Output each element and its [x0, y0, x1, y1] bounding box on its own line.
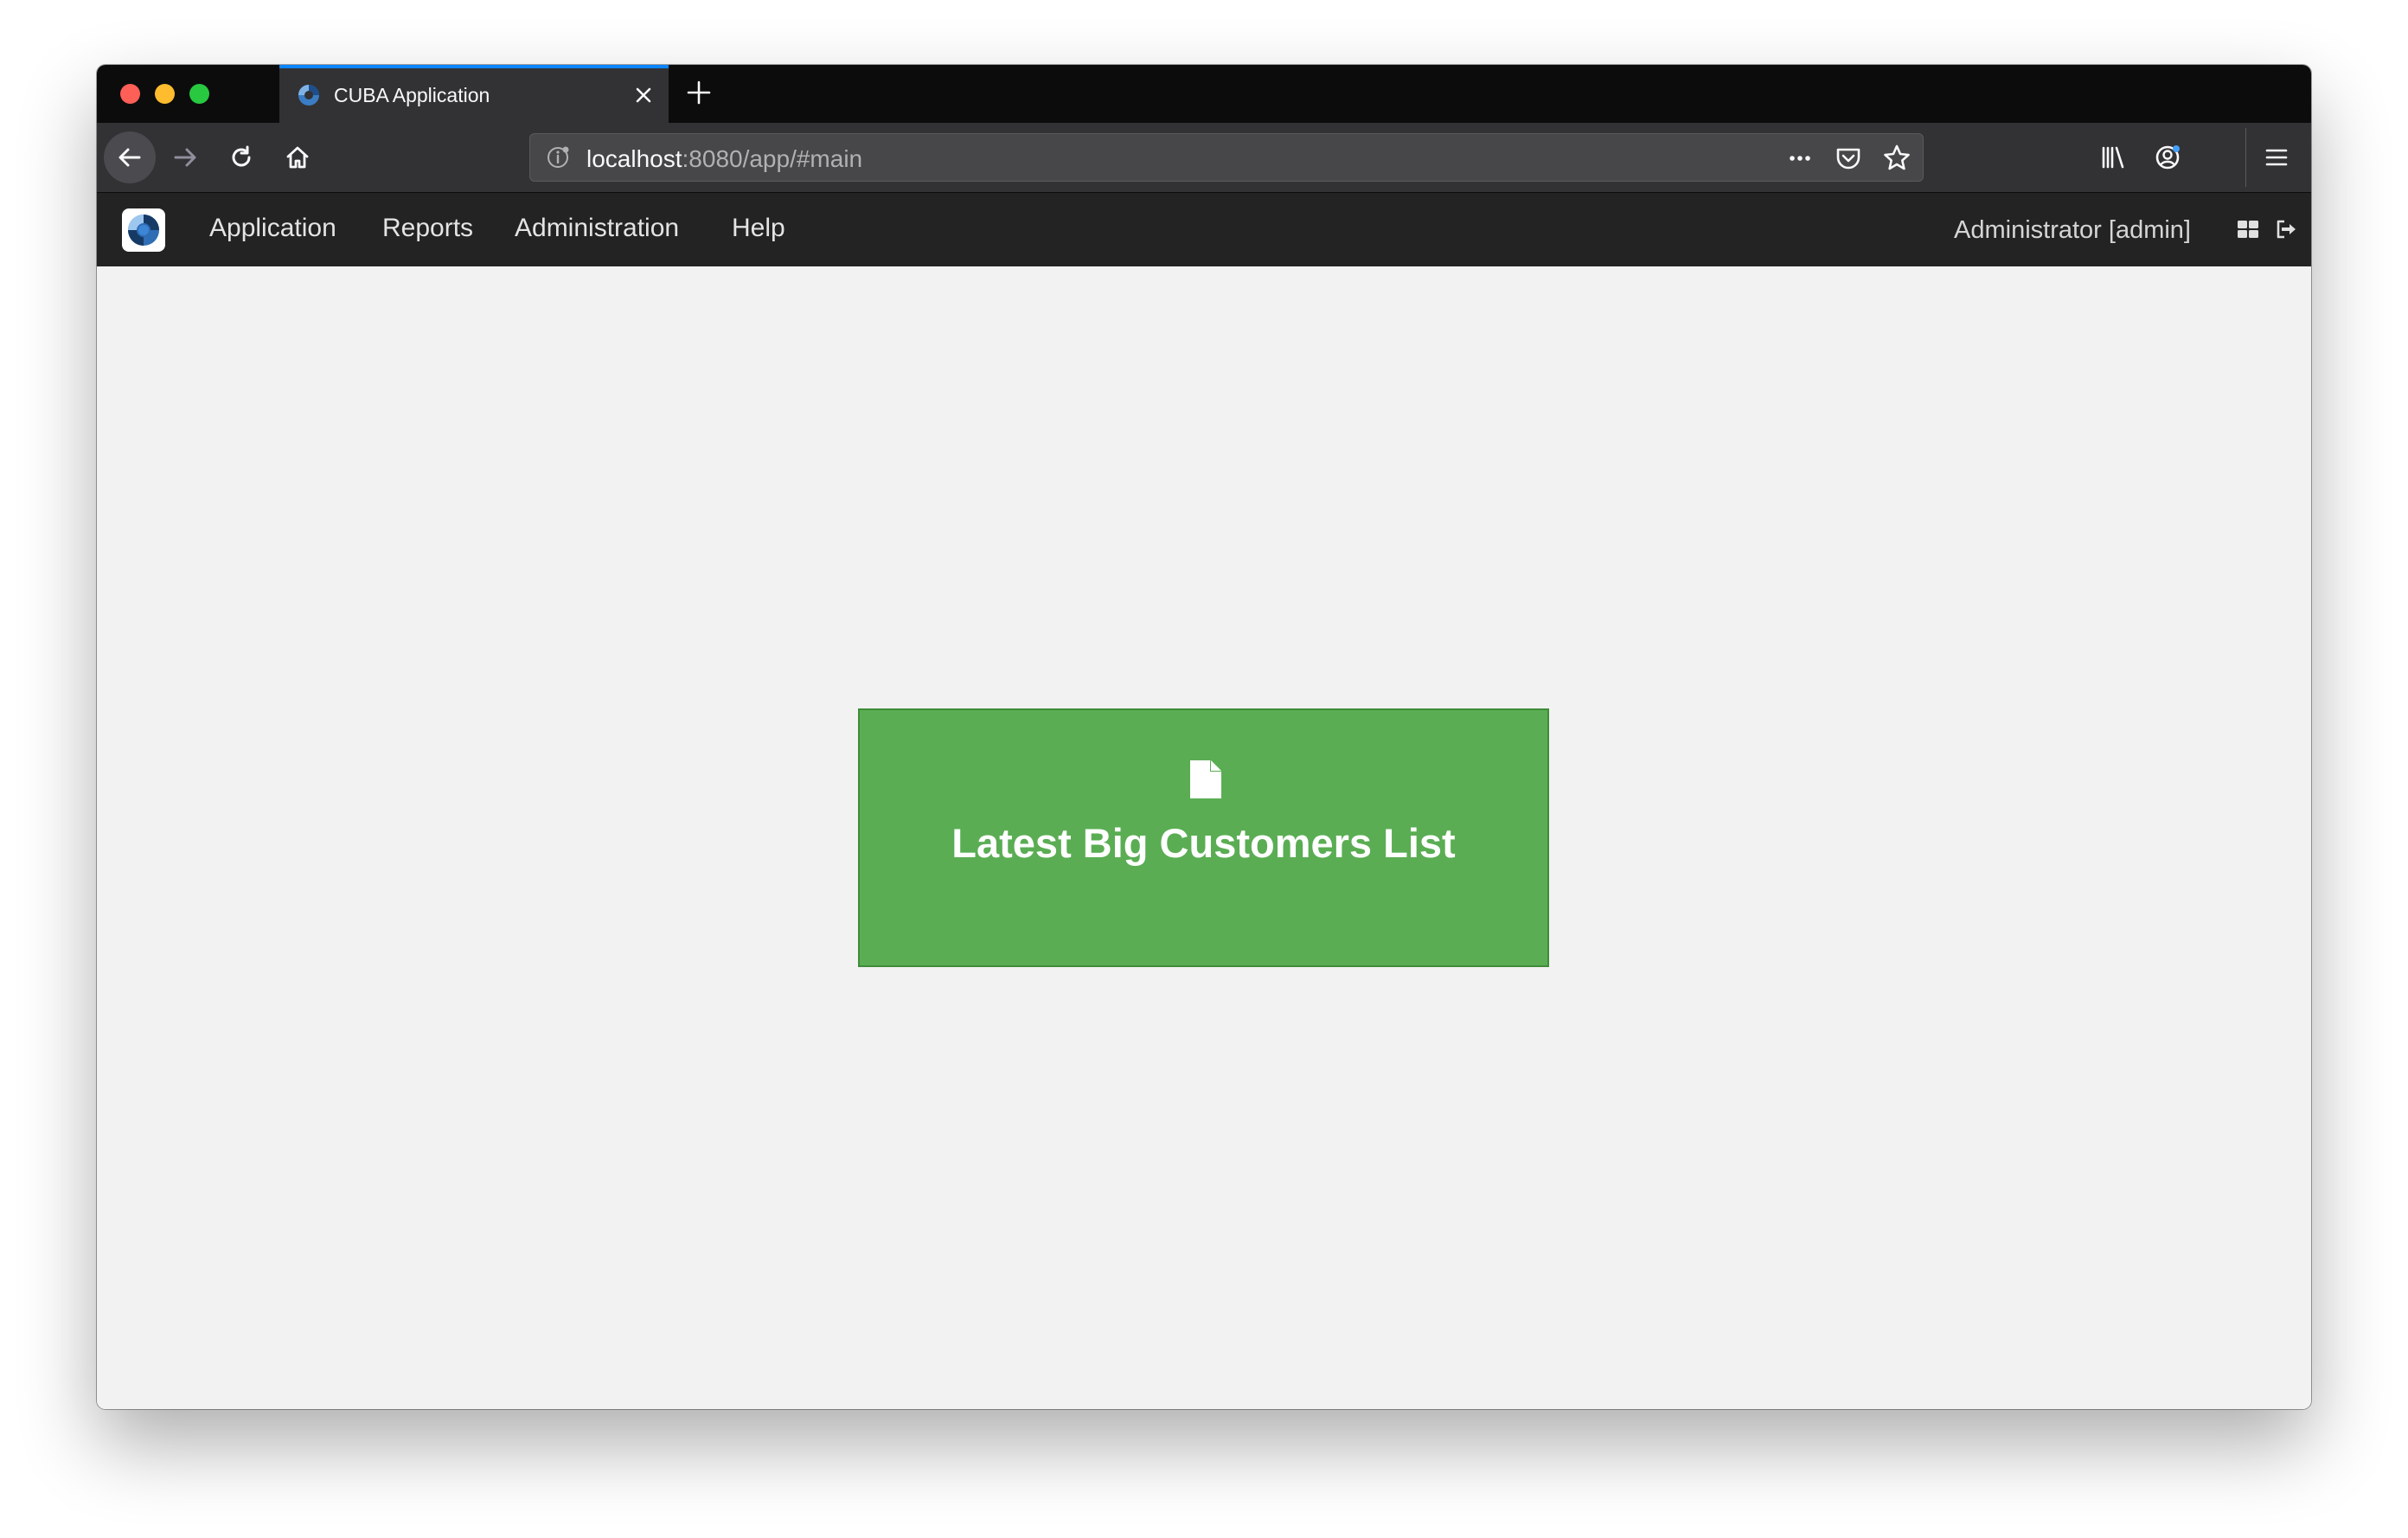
pocket-icon — [1836, 148, 1860, 170]
run-report-button[interactable]: Latest Big Customers List — [858, 708, 1549, 967]
cuba-logo-icon — [128, 215, 159, 246]
url-text[interactable]: localhost:8080/app/#main — [586, 145, 862, 173]
open-menu-button[interactable] — [2251, 131, 2302, 183]
arrow-left-icon — [118, 148, 141, 167]
more-dots-icon — [1790, 156, 1810, 161]
browser-tab[interactable]: CUBA Application — [279, 65, 669, 123]
window-close-button[interactable] — [120, 84, 140, 104]
window-maximize-button[interactable] — [189, 84, 209, 104]
current-user-label: Administrator [admin] — [1954, 216, 2191, 244]
page-actions-button[interactable] — [1783, 141, 1817, 176]
logout-button[interactable] — [2274, 217, 2298, 241]
back-button[interactable] — [104, 131, 156, 183]
window-minimize-button[interactable] — [155, 84, 175, 104]
info-icon[interactable] — [546, 145, 570, 170]
library-button[interactable] — [2087, 131, 2139, 183]
url-host: localhost — [586, 145, 682, 172]
pocket-button[interactable] — [1831, 141, 1866, 176]
forward-button[interactable] — [159, 131, 211, 183]
main-content: Latest Big Customers List — [97, 266, 2311, 1409]
menu-administration[interactable]: Administration — [515, 214, 679, 243]
toolbar-separator — [2245, 128, 2246, 187]
reload-icon — [232, 145, 251, 167]
grid-icon — [2238, 221, 2258, 238]
browser-window: CUBA Application localhost:8080/app/#mai… — [97, 65, 2311, 1409]
cuba-logo-icon — [298, 85, 319, 106]
logout-icon — [2277, 220, 2296, 239]
account-icon — [2155, 145, 2180, 170]
navigation-toolbar: localhost:8080/app/#main — [97, 123, 2311, 193]
hamburger-menu-icon — [2265, 149, 2288, 166]
menu-reports[interactable]: Reports — [382, 214, 473, 243]
reload-button[interactable] — [215, 131, 267, 183]
app-logo[interactable] — [122, 208, 165, 252]
tab-close-button[interactable] — [629, 80, 658, 110]
switch-layout-button[interactable] — [2236, 217, 2260, 241]
file-icon — [1190, 760, 1221, 798]
tab-title: CUBA Application — [334, 84, 490, 106]
bookmark-star-button[interactable] — [1880, 141, 1914, 176]
app-header: Application Reports Administration Help … — [97, 193, 2311, 266]
report-title: Latest Big Customers List — [951, 820, 1456, 866]
tab-strip: CUBA Application — [97, 65, 2311, 123]
address-bar[interactable]: localhost:8080/app/#main — [529, 133, 1924, 182]
home-icon — [286, 146, 309, 169]
account-button[interactable] — [2142, 131, 2193, 183]
close-icon — [636, 87, 651, 103]
plus-icon — [687, 80, 711, 105]
star-icon — [1884, 144, 1910, 170]
menu-application[interactable]: Application — [209, 214, 336, 243]
library-icon — [2102, 146, 2124, 169]
menu-help[interactable]: Help — [732, 214, 785, 243]
new-tab-button[interactable] — [682, 75, 716, 110]
arrow-right-icon — [174, 148, 196, 167]
url-path: :8080/app/#main — [682, 145, 863, 172]
home-button[interactable] — [272, 131, 323, 183]
